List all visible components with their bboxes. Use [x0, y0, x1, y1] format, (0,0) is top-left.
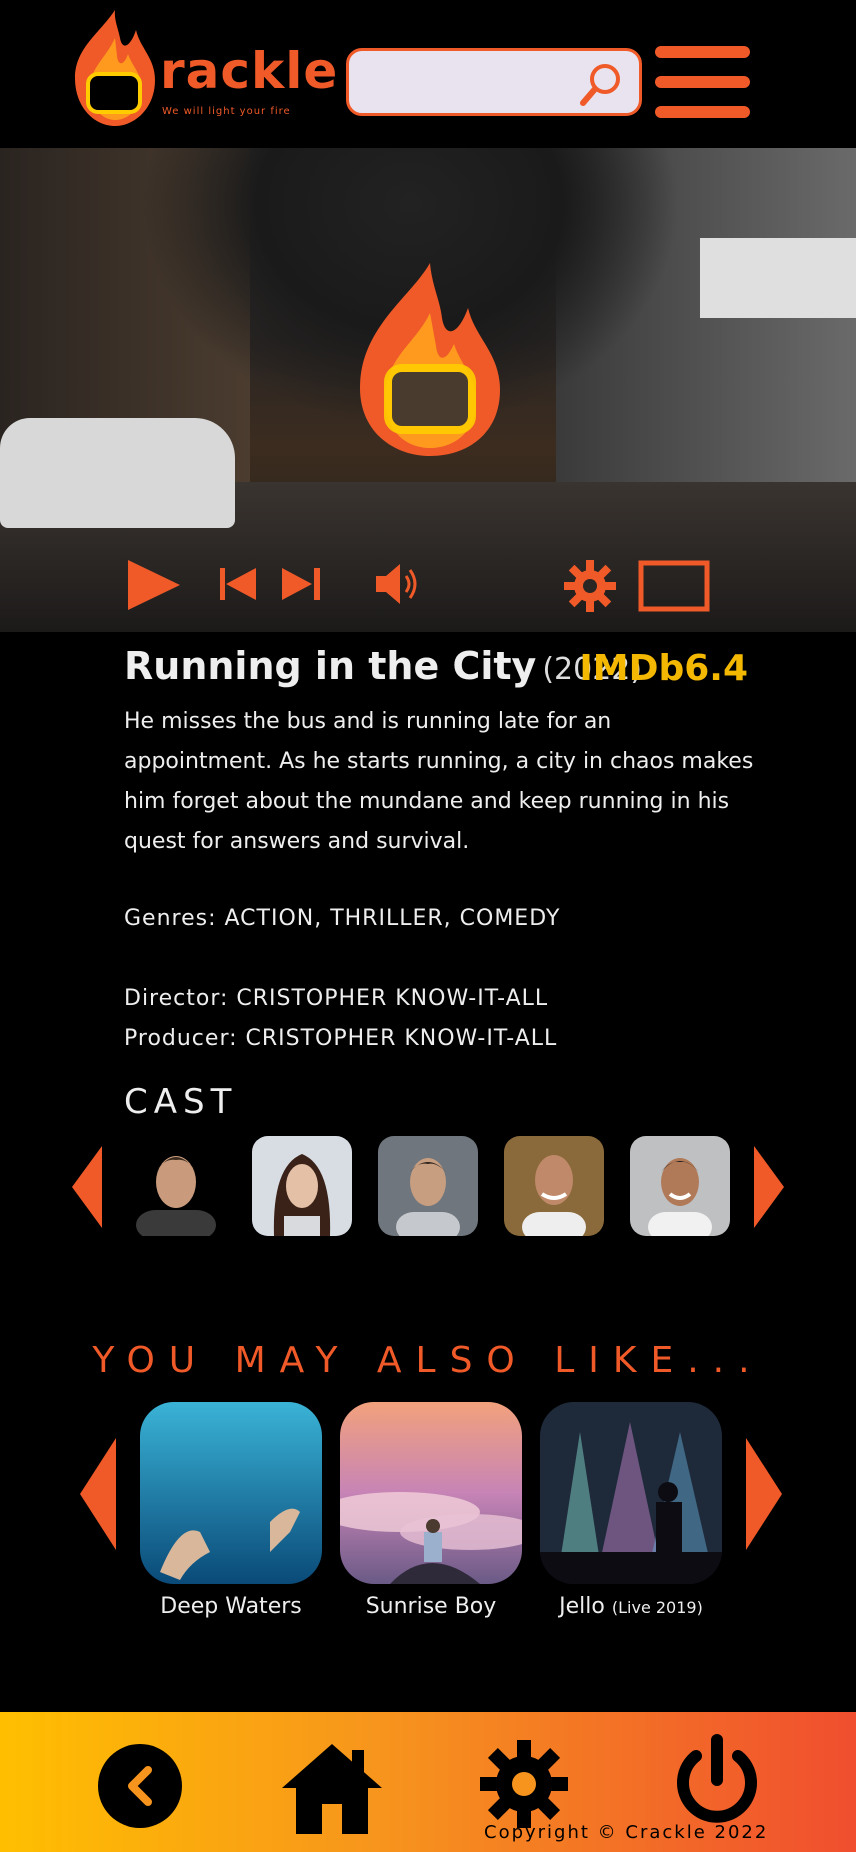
cast-member[interactable]	[504, 1136, 604, 1236]
flame-play-icon[interactable]	[350, 258, 510, 458]
cast-photo	[378, 1136, 478, 1236]
cast-member[interactable]	[126, 1136, 226, 1236]
cast-member[interactable]	[378, 1136, 478, 1236]
movie-genres: Genres: ACTION, THRILLER, COMEDY	[124, 906, 561, 931]
recommendations-next-arrow-icon[interactable]	[746, 1438, 782, 1550]
next-icon[interactable]	[280, 564, 324, 604]
street-sign	[700, 238, 856, 318]
menu-bar	[655, 76, 750, 88]
search-icon[interactable]	[577, 59, 627, 109]
fullscreen-icon[interactable]	[638, 560, 710, 612]
menu-bar	[655, 46, 750, 58]
recommendation-suffix: (Live 2019)	[611, 1598, 703, 1617]
recommendation-title: Deep Waters	[160, 1594, 302, 1619]
cast-next-arrow-icon[interactable]	[754, 1146, 784, 1228]
imdb-rating[interactable]: IMDb6.4	[579, 648, 748, 689]
van	[0, 418, 235, 528]
back-icon[interactable]	[98, 1744, 182, 1828]
volume-icon[interactable]	[374, 562, 424, 606]
video-player[interactable]	[0, 148, 856, 632]
brand-tagline: We will light your fire	[162, 106, 291, 117]
cast-prev-arrow-icon[interactable]	[72, 1146, 102, 1228]
recommendation-thumbnail	[540, 1402, 722, 1584]
recommendations-prev-arrow-icon[interactable]	[80, 1438, 116, 1550]
cast-carousel	[124, 1136, 734, 1236]
recommendation-thumbnail	[140, 1402, 322, 1584]
cast-photo	[504, 1136, 604, 1236]
flame-logo-icon	[75, 10, 155, 126]
settings-gear-icon[interactable]	[480, 1740, 568, 1828]
movie-description: He misses the bus and is running late fo…	[124, 709, 754, 854]
settings-icon[interactable]	[564, 560, 616, 612]
previous-icon[interactable]	[218, 564, 258, 604]
cast-member[interactable]	[252, 1136, 352, 1236]
recommendation-card[interactable]: Deep Waters	[140, 1402, 322, 1619]
movie-title-row: Running in the City (2022) IMDb6.4	[124, 644, 764, 704]
power-icon[interactable]	[672, 1734, 762, 1828]
menu-bar	[655, 106, 750, 118]
crackle-logo[interactable]: rackle We will light your fire	[70, 8, 337, 132]
brand-name: rackle	[160, 42, 339, 100]
search-box[interactable]	[346, 48, 642, 116]
recommendations-heading: YOU MAY ALSO LIKE...	[92, 1340, 764, 1381]
player-controls	[0, 550, 856, 620]
recommendation-thumbnail	[340, 1402, 522, 1584]
header: rackle We will light your fire	[0, 0, 856, 148]
copyright-text: Copyright © Crackle 2022	[484, 1822, 769, 1843]
search-input[interactable]	[363, 63, 567, 105]
cast-photo	[126, 1136, 226, 1236]
recommendation-card[interactable]: Sunrise Boy	[340, 1402, 522, 1619]
cast-photo	[630, 1136, 730, 1236]
recommendation-title: Sunrise Boy	[365, 1594, 497, 1619]
cast-heading: CAST	[124, 1082, 238, 1122]
hamburger-menu-icon[interactable]	[655, 46, 750, 118]
home-icon[interactable]	[280, 1740, 384, 1836]
cast-photo	[252, 1136, 352, 1236]
movie-producer: Producer: CRISTOPHER KNOW-IT-ALL	[124, 1026, 558, 1051]
recommendation-card[interactable]: Jello (Live 2019)	[540, 1402, 722, 1619]
play-icon[interactable]	[126, 558, 182, 612]
cast-member[interactable]	[630, 1136, 730, 1236]
movie-director: Director: CRISTOPHER KNOW-IT-ALL	[124, 986, 549, 1011]
recommendation-title: Jello (Live 2019)	[559, 1594, 703, 1619]
movie-title: Running in the City	[124, 644, 537, 688]
